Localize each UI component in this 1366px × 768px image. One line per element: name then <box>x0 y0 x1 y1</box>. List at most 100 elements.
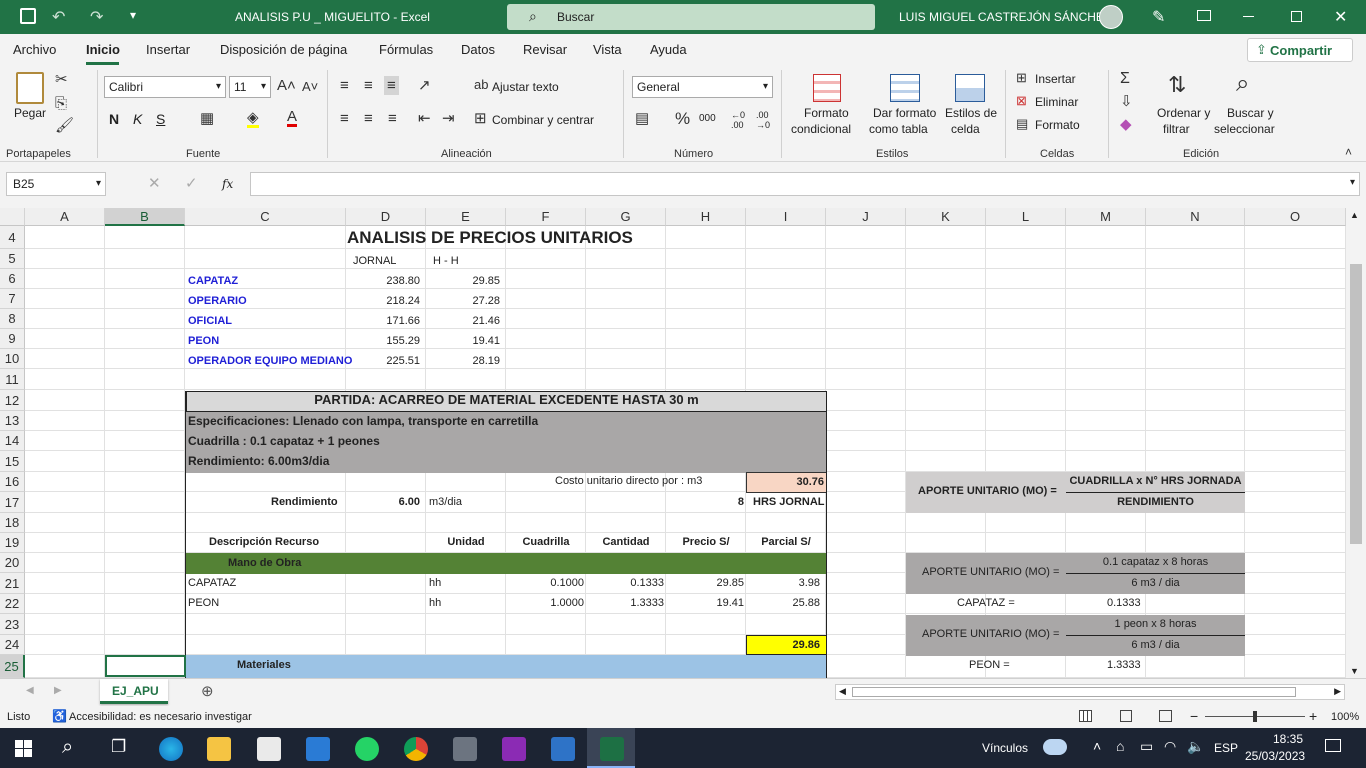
comma-style-icon[interactable]: 000 <box>699 113 716 124</box>
avatar[interactable] <box>1099 5 1123 29</box>
column-header[interactable]: N <box>1146 208 1245 226</box>
merge-center-button[interactable]: Combinar y centrar <box>492 113 594 127</box>
bold-button[interactable]: N <box>109 111 119 127</box>
row-header[interactable]: 21 <box>0 573 25 594</box>
decrease-decimal-icon[interactable]: .00 →0 <box>756 110 770 130</box>
wifi-icon[interactable]: ◠ <box>1164 738 1176 755</box>
row-header[interactable]: 25 <box>0 655 25 678</box>
find-select-icon[interactable]: ⌕ <box>1236 72 1249 96</box>
format-button[interactable]: Formato <box>1035 118 1080 132</box>
minimize-icon[interactable] <box>1243 16 1254 17</box>
find-select-button[interactable]: Buscar y <box>1227 106 1274 120</box>
paste-button[interactable]: Pegar <box>14 106 46 120</box>
format-painter-icon[interactable]: 🖌 <box>55 118 74 133</box>
row-header[interactable]: 20 <box>0 553 25 573</box>
project-app-icon[interactable] <box>551 737 575 761</box>
row-header[interactable]: 9 <box>0 329 25 349</box>
conditional-format-icon[interactable] <box>813 74 841 102</box>
column-header[interactable]: H <box>666 208 746 226</box>
collapse-ribbon-icon[interactable]: ˄ <box>1345 146 1352 158</box>
add-sheet-icon[interactable]: ⊕ <box>201 682 214 700</box>
delete-button[interactable]: Eliminar <box>1035 95 1078 109</box>
cancel-formula-icon[interactable]: ✕ <box>148 176 161 191</box>
increase-font-icon[interactable]: A˄ <box>277 78 296 93</box>
tab-formulas[interactable]: Fórmulas <box>379 42 433 57</box>
scroll-thumb[interactable] <box>1350 264 1362 544</box>
row-header[interactable]: 22 <box>0 594 25 614</box>
clock-time[interactable]: 18:35 <box>1258 732 1318 746</box>
cut-icon[interactable]: ✂ <box>55 72 68 87</box>
column-header[interactable]: E <box>426 208 506 226</box>
format-table-button-line2[interactable]: como tabla <box>869 122 928 136</box>
zoom-in-icon[interactable]: + <box>1309 708 1317 724</box>
vinculos-label[interactable]: Vínculos <box>982 741 1028 755</box>
align-center-icon[interactable]: ≡ <box>364 111 373 126</box>
chrome-icon[interactable] <box>404 737 428 761</box>
mail-icon[interactable] <box>306 737 330 761</box>
user-name[interactable]: LUIS MIGUEL CASTREJÓN SÁNCHEZ <box>899 10 1111 24</box>
ribbon-display-icon[interactable] <box>1197 10 1211 21</box>
close-icon[interactable]: ✕ <box>1334 7 1347 27</box>
sheet-tab-ej-apu[interactable]: EJ_APU <box>100 679 168 704</box>
accessibility-icon[interactable]: ♿ <box>52 709 67 723</box>
align-top-icon[interactable]: ≡ <box>340 78 349 93</box>
prev-sheet-icon[interactable]: ◀ <box>26 685 34 696</box>
tab-disposicion[interactable]: Disposición de página <box>220 42 347 57</box>
merge-center-icon[interactable]: ⊞ <box>474 111 487 126</box>
scroll-left-icon[interactable]: ◀ <box>839 686 846 697</box>
row-header[interactable]: 7 <box>0 289 25 309</box>
conditional-format-button[interactable]: Formato <box>804 106 849 120</box>
tab-ayuda[interactable]: Ayuda <box>650 42 687 57</box>
column-header[interactable]: F <box>506 208 586 226</box>
orientation-icon[interactable]: ↗ <box>418 78 431 93</box>
sort-filter-button-line2[interactable]: filtrar <box>1163 122 1190 136</box>
sort-filter-button[interactable]: Ordenar y <box>1157 106 1210 120</box>
increase-decimal-icon[interactable]: ←0.00 <box>731 110 745 130</box>
insert-button[interactable]: Insertar <box>1035 72 1076 86</box>
column-header[interactable]: B <box>105 208 185 226</box>
fill-icon[interactable]: ⇩ <box>1120 94 1133 109</box>
row-header[interactable]: 14 <box>0 431 25 451</box>
percent-icon[interactable]: % <box>675 110 690 127</box>
align-right-icon[interactable]: ≡ <box>388 111 397 126</box>
sort-filter-icon[interactable]: ⇅ <box>1168 74 1186 96</box>
format-table-icon[interactable] <box>890 74 920 102</box>
decrease-indent-icon[interactable]: ⇤ <box>418 111 431 126</box>
task-view-icon[interactable]: ❐ <box>111 737 126 757</box>
delete-cells-icon[interactable]: ⊠ <box>1016 94 1027 107</box>
scroll-right-icon[interactable]: ▶ <box>1334 686 1341 697</box>
row-header[interactable]: 19 <box>0 533 25 553</box>
cell-styles-button[interactable]: Estilos de <box>945 106 997 120</box>
scroll-up-icon[interactable]: ▲ <box>1350 210 1359 220</box>
maximize-icon[interactable] <box>1291 11 1302 22</box>
font-name-select[interactable]: Calibri ▾ <box>104 76 226 98</box>
zoom-slider-thumb[interactable] <box>1253 711 1257 722</box>
weather-icon[interactable] <box>1043 739 1067 755</box>
copy-icon[interactable]: ⎘ <box>55 96 67 111</box>
decrease-font-icon[interactable]: A˅ <box>302 80 318 93</box>
windows-start-icon[interactable] <box>15 740 32 757</box>
search-box[interactable]: ⌕ Buscar <box>507 4 875 30</box>
autosum-icon[interactable]: Σ <box>1120 71 1130 87</box>
horizontal-scrollbar[interactable]: ◀ ▶ <box>835 684 1345 700</box>
font-color-icon[interactable]: A <box>287 109 298 127</box>
paste-icon[interactable] <box>16 72 44 104</box>
store-icon[interactable] <box>257 737 281 761</box>
align-left-icon[interactable]: ≡ <box>340 111 349 126</box>
column-header[interactable]: O <box>1245 208 1346 226</box>
column-header[interactable]: C <box>185 208 346 226</box>
column-header[interactable]: I <box>746 208 826 226</box>
increase-indent-icon[interactable]: ⇥ <box>442 111 455 126</box>
page-break-icon[interactable] <box>1159 710 1172 722</box>
excel-icon[interactable] <box>600 737 624 761</box>
row-header[interactable]: 24 <box>0 635 25 655</box>
tab-insertar[interactable]: Insertar <box>146 42 190 57</box>
column-header[interactable]: D <box>346 208 426 226</box>
column-header[interactable]: K <box>906 208 986 226</box>
find-select-button-line2[interactable]: seleccionar <box>1214 122 1275 136</box>
row-header[interactable]: 10 <box>0 349 25 369</box>
clear-icon[interactable]: ◆ <box>1120 117 1132 132</box>
cell-styles-button-line2[interactable]: celda <box>951 122 980 136</box>
tab-datos[interactable]: Datos <box>461 42 495 57</box>
row-header[interactable]: 5 <box>0 249 25 269</box>
